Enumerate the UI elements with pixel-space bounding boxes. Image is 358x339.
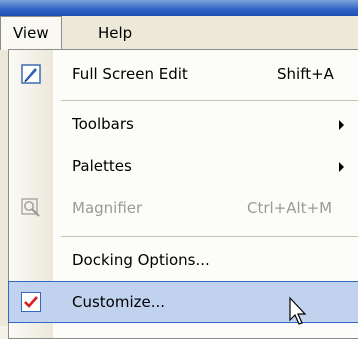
submenu-arrow-icon [339,120,344,130]
menu-item-magnifier[interactable]: Magnifier Ctrl+Alt+M [9,188,358,228]
menubar-help-label: Help [98,24,133,42]
menu-item-label: Palettes [72,157,132,175]
menu-item-docking-options[interactable]: Docking Options... [9,240,358,280]
menu-item-label: Full Screen Edit [72,65,188,83]
mouse-pointer-icon [289,296,307,325]
menu-item-toolbars[interactable]: Toolbars [9,104,358,144]
menu-separator [61,100,358,101]
menu-item-label: Docking Options... [72,251,210,269]
window-title-strip [0,0,358,16]
menu-item-label: Customize... [72,293,166,311]
magnifier-icon [21,198,40,217]
menu-separator [61,236,358,237]
menubar-view[interactable]: View [0,16,62,50]
menu-item-palettes[interactable]: Palettes [9,146,358,186]
full-screen-edit-icon [21,64,41,84]
menubar: View Help [0,16,358,50]
menu-item-shortcut: Shift+A [277,65,334,83]
checkmark-icon [21,292,41,312]
menubar-view-label: View [13,24,49,42]
window-left-edge [0,50,8,326]
menu-item-label: Magnifier [72,199,143,217]
submenu-arrow-icon [339,162,344,172]
menu-item-full-screen-edit[interactable]: Full Screen Edit Shift+A [9,54,358,94]
menubar-help[interactable]: Help [86,16,144,50]
menu-item-shortcut: Ctrl+Alt+M [247,199,333,217]
menu-item-label: Toolbars [72,115,134,133]
